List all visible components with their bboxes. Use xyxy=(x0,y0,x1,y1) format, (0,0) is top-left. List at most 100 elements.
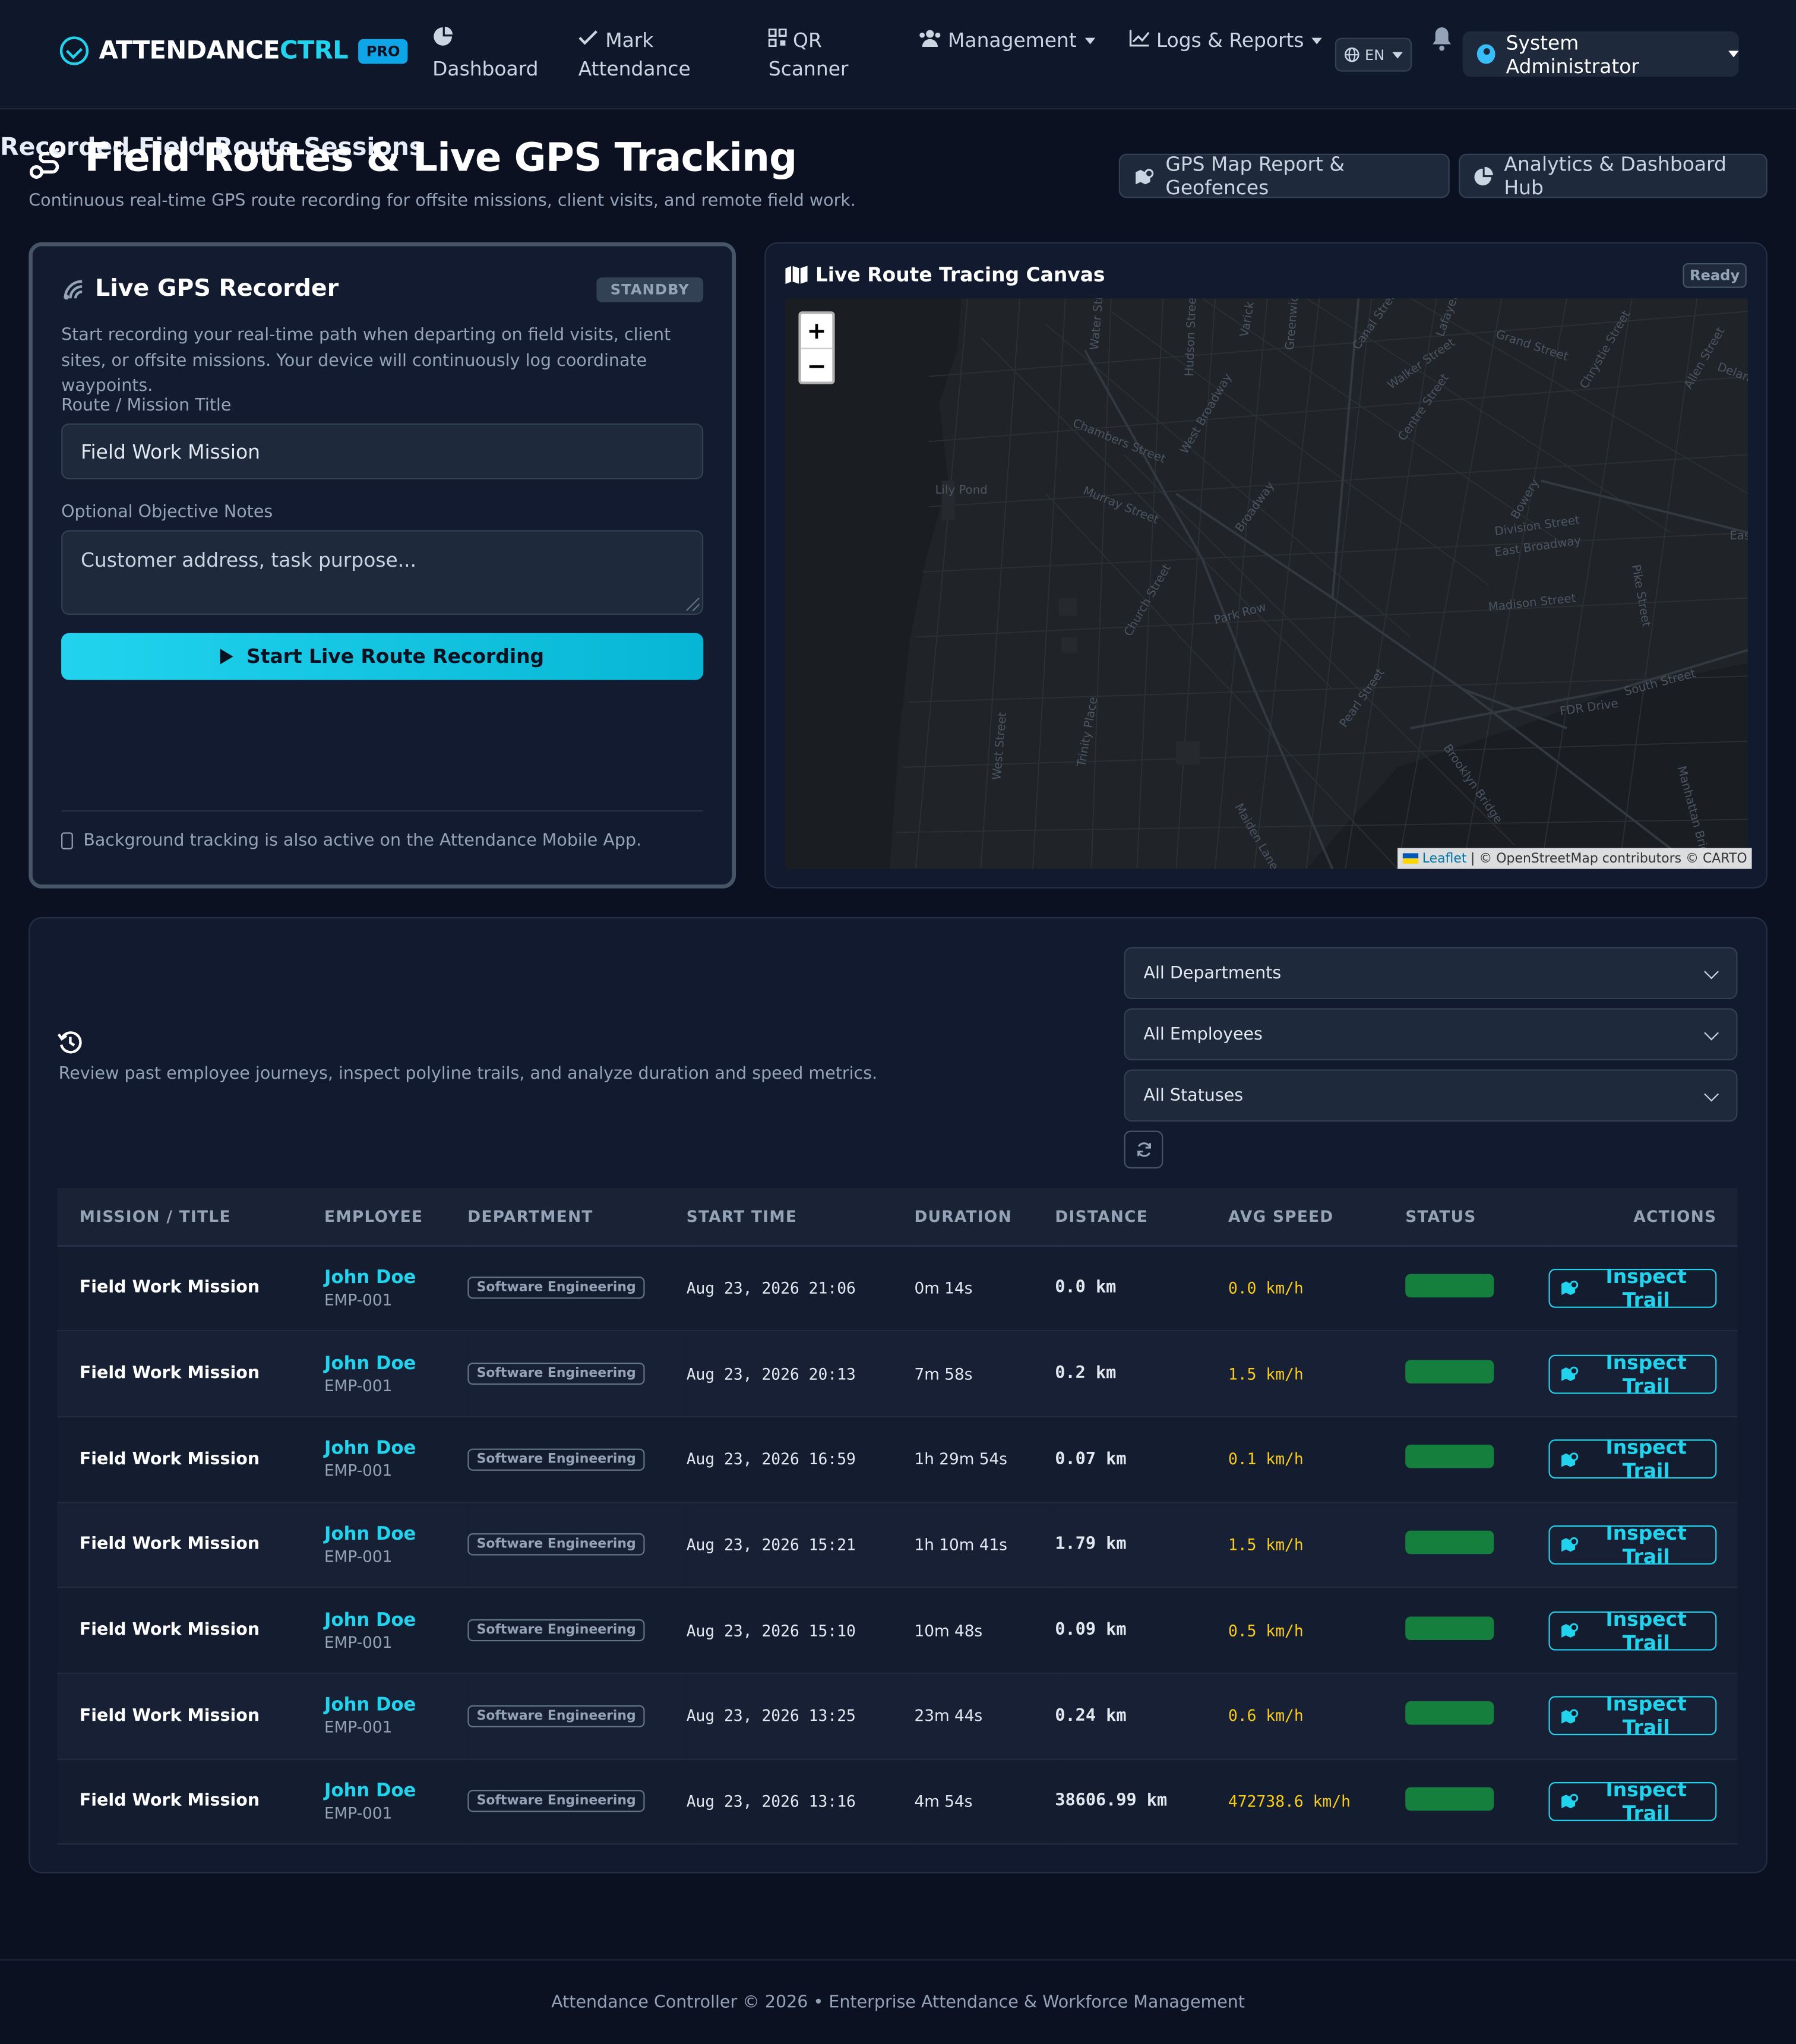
col-avg-speed[interactable]: AVG SPEED xyxy=(1228,1188,1406,1246)
nav-logs-reports[interactable]: Logs & Reports xyxy=(1129,26,1323,55)
map-canvas[interactable]: Chambers Street Murray Street Church Stree… xyxy=(785,298,1748,869)
inspect-trail-button[interactable]: Inspect Trail xyxy=(1548,1521,1717,1568)
bell-icon[interactable] xyxy=(1430,26,1453,52)
inspect-trail-button[interactable]: Inspect Trail xyxy=(1548,1436,1717,1483)
zoom-in-button[interactable]: + xyxy=(801,314,833,348)
inspect-trail-button[interactable]: Inspect Trail xyxy=(1548,1607,1717,1654)
employee-cell: John Doe EMP-001 xyxy=(324,1758,468,1845)
employee-name-link[interactable]: John Doe xyxy=(324,1439,467,1459)
employee-name-link[interactable]: John Doe xyxy=(324,1610,467,1631)
actions-cell: Inspect Trail xyxy=(1548,1673,1738,1759)
department-cell: Software Engineering xyxy=(467,1673,687,1759)
mission-title-cell: Field Work Mission xyxy=(57,1416,325,1503)
map-pin-icon xyxy=(1136,168,1154,184)
avg-speed-cell: 1.5 km/h xyxy=(1228,1331,1406,1417)
department-badge: Software Engineering xyxy=(467,1534,646,1556)
user-circle-icon xyxy=(1476,44,1496,64)
analytics-hub-label: Analytics & Dashboard Hub xyxy=(1504,152,1727,200)
page: ATTENDANCECTRL PRO Dashboard Mark Attend… xyxy=(0,0,1796,2044)
department-filter-value: All Departments xyxy=(1143,963,1282,983)
distance-cell: 0.0 km xyxy=(1055,1245,1228,1332)
play-icon xyxy=(220,649,234,665)
employee-name-link[interactable]: John Doe xyxy=(324,1267,467,1288)
users-icon xyxy=(919,30,941,47)
start-time: Aug 23, 2026 13:25 xyxy=(686,1707,856,1726)
leaflet-link[interactable]: Leaflet xyxy=(1422,851,1467,865)
inspect-trail-button[interactable]: Inspect Trail xyxy=(1548,1692,1717,1739)
department-cell: Software Engineering xyxy=(467,1502,687,1588)
mission-title-cell: Field Work Mission xyxy=(57,1673,325,1759)
avg-speed-cell: 0.0 km/h xyxy=(1228,1245,1406,1332)
recorder-footer-text: Background tracking is also active on th… xyxy=(83,831,642,851)
nav-management-label: Management xyxy=(948,29,1077,52)
col-status[interactable]: STATUS xyxy=(1405,1188,1549,1246)
chevron-down-icon xyxy=(1704,964,1719,980)
distance: 0.07 km xyxy=(1055,1449,1127,1470)
start-time: Aug 23, 2026 13:16 xyxy=(686,1792,856,1811)
col-mission[interactable]: MISSION / TITLE xyxy=(57,1188,325,1246)
nav-logs-label: Logs & Reports xyxy=(1156,29,1304,52)
recorder-footer-note: Background tracking is also active on th… xyxy=(61,831,641,851)
table-row: Field Work Mission John Doe EMP-001 Soft… xyxy=(57,1587,1738,1674)
nav-dashboard[interactable]: Dashboard xyxy=(432,26,539,83)
distance-cell: 0.24 km xyxy=(1055,1673,1228,1759)
start-time: Aug 23, 2026 20:13 xyxy=(686,1364,856,1383)
distance: 0.2 km xyxy=(1055,1364,1117,1384)
status-cell xyxy=(1405,1416,1549,1503)
gps-map-report-button[interactable]: GPS Map Report & Geofences xyxy=(1118,153,1450,200)
avg-speed-cell: 0.6 km/h xyxy=(1228,1673,1406,1759)
status-cell xyxy=(1405,1331,1549,1417)
language-selector[interactable]: EN xyxy=(1335,37,1412,72)
route-title-input[interactable]: Field Work Mission xyxy=(61,423,704,480)
duration: 23m 44s xyxy=(914,1707,983,1726)
mobile-icon xyxy=(61,832,73,849)
refresh-icon xyxy=(1137,1142,1150,1157)
page-title: Field Routes & Live GPS Tracking xyxy=(84,135,798,181)
nav-qr-scanner[interactable]: QR Scanner xyxy=(768,26,848,83)
col-department[interactable]: DEPARTMENT xyxy=(467,1188,687,1246)
employee-name-link[interactable]: John Doe xyxy=(324,1781,467,1802)
employee-id: EMP-001 xyxy=(324,1547,393,1566)
col-distance[interactable]: DISTANCE xyxy=(1055,1188,1228,1246)
status-cell xyxy=(1405,1502,1549,1588)
employee-cell: John Doe EMP-001 xyxy=(324,1245,468,1332)
map-street-label: East xyxy=(1729,529,1748,542)
status-filter[interactable]: All Statuses xyxy=(1124,1069,1738,1122)
employee-filter[interactable]: All Employees xyxy=(1124,1008,1738,1061)
col-start-time[interactable]: START TIME xyxy=(686,1188,915,1246)
objective-notes-textarea[interactable]: Customer address, task purpose... xyxy=(61,530,704,615)
resize-grip-icon[interactable] xyxy=(686,598,700,611)
distance-cell: 1.79 km xyxy=(1055,1502,1228,1588)
col-duration[interactable]: DURATION xyxy=(914,1188,1055,1246)
employee-name-link[interactable]: John Doe xyxy=(324,1353,467,1373)
start-time: Aug 23, 2026 16:59 xyxy=(686,1450,856,1468)
recorder-status-badge: STANDBY xyxy=(596,277,704,302)
mission-title-cell: Field Work Mission xyxy=(57,1245,325,1332)
pie-chart-icon xyxy=(434,26,453,46)
refresh-button[interactable] xyxy=(1124,1130,1163,1169)
map-pin-icon xyxy=(1561,1794,1579,1809)
employee-name-link[interactable]: John Doe xyxy=(324,1524,467,1545)
inspect-trail-button[interactable]: Inspect Trail xyxy=(1548,1350,1717,1397)
analytics-hub-button[interactable]: Analytics & Dashboard Hub xyxy=(1459,152,1767,200)
start-recording-button[interactable]: Start Live Route Recording xyxy=(61,633,704,680)
zoom-out-button[interactable]: − xyxy=(801,347,833,383)
inspect-trail-button[interactable]: Inspect Trail xyxy=(1548,1265,1717,1312)
distance: 0.09 km xyxy=(1055,1620,1127,1641)
status-badge xyxy=(1405,1274,1494,1297)
route-title-value: Field Work Mission xyxy=(80,440,261,463)
col-employee[interactable]: EMPLOYEE xyxy=(324,1188,468,1246)
nav-mark-attendance[interactable]: Mark Attendance xyxy=(578,26,691,83)
status-cell xyxy=(1405,1758,1549,1845)
department-filter[interactable]: All Departments xyxy=(1124,947,1738,1000)
map-pin-icon xyxy=(1561,1537,1579,1553)
nav-management[interactable]: Management xyxy=(918,26,1095,55)
avg-speed-cell: 0.1 km/h xyxy=(1228,1416,1406,1503)
inspect-trail-button[interactable]: Inspect Trail xyxy=(1548,1778,1717,1825)
department-badge: Software Engineering xyxy=(467,1448,646,1471)
brand[interactable]: ATTENDANCECTRL PRO xyxy=(59,36,408,65)
recorder-description: Start recording your real-time path when… xyxy=(61,326,671,396)
user-menu[interactable]: System Administrator xyxy=(1462,31,1739,77)
employee-name-link[interactable]: John Doe xyxy=(324,1695,467,1716)
department-cell: Software Engineering xyxy=(467,1331,687,1417)
